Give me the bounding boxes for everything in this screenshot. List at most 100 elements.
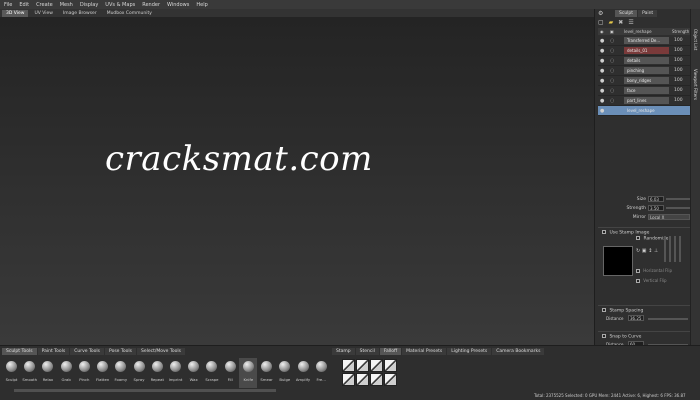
tab-paint-tools[interactable]: Paint Tools — [37, 348, 70, 355]
arrows-icon[interactable]: ↕ — [648, 248, 652, 254]
tool-relax[interactable]: Relax — [38, 358, 56, 388]
vertical-flip-row[interactable]: Vertical Flip — [636, 278, 667, 283]
menu-uvs-maps[interactable]: UVs & Maps — [105, 2, 135, 8]
tab-stencil[interactable]: Stencil — [355, 348, 379, 355]
tool-scrape[interactable]: Scrape — [202, 358, 220, 388]
tool-grab[interactable]: Grab — [57, 358, 75, 388]
gear-icon[interactable]: ⚙ — [598, 10, 603, 17]
tab-image-browser[interactable]: Image Browser — [59, 10, 101, 17]
refresh-icon[interactable]: ↻ — [636, 248, 640, 254]
tab-lighting-presets[interactable]: Lighting Presets — [447, 348, 492, 355]
horizontal-flip-checkbox[interactable] — [636, 269, 640, 273]
lock-icon[interactable]: ◌ — [610, 48, 614, 54]
tab-3d-view[interactable]: 3D View — [2, 9, 29, 17]
lock-icon[interactable]: ◌ — [610, 38, 614, 44]
falloff-swatch[interactable] — [384, 373, 397, 386]
tab-mudbox-community[interactable]: Mudbox Community — [103, 10, 156, 17]
tool-smooth[interactable]: Smooth — [20, 358, 38, 388]
eye-icon[interactable]: ● — [600, 58, 604, 64]
side-tab-object-list[interactable]: Object List — [693, 29, 698, 50]
menu-help[interactable]: Help — [196, 2, 207, 8]
stamp-spacing-slider[interactable] — [648, 318, 688, 320]
menu-create[interactable]: Create — [36, 2, 53, 8]
falloff-swatch[interactable] — [370, 359, 383, 372]
folder-icon[interactable]: ▰ — [609, 19, 614, 26]
tab-uv-view[interactable]: UV View — [30, 10, 56, 17]
layer-row[interactable]: ● ◌ face 100 — [598, 86, 690, 96]
lock-icon[interactable]: ◌ — [610, 88, 614, 94]
layer-row[interactable]: ● ◌ Transferred De... 100 — [598, 36, 690, 46]
slider-track[interactable] — [674, 236, 676, 262]
slider-track[interactable] — [669, 236, 671, 262]
tool-bulge[interactable]: Bulge — [275, 358, 293, 388]
eye-icon[interactable]: ● — [600, 38, 604, 44]
menu-display[interactable]: Display — [80, 2, 98, 8]
lock-icon[interactable]: ◌ — [610, 58, 614, 64]
falloff-swatch[interactable] — [356, 373, 369, 386]
tool-flatten[interactable]: Flatten — [93, 358, 111, 388]
horizontal-flip-row[interactable]: Horizontal Flip — [636, 268, 672, 273]
tool-imprint[interactable]: Imprint — [166, 358, 184, 388]
tool-pinch[interactable]: Pinch — [75, 358, 93, 388]
layer-row[interactable]: ● ◌ details_01 100 — [598, 46, 690, 56]
mirror-select[interactable]: Local X — [648, 214, 690, 220]
lock-icon[interactable]: ▣ — [642, 248, 647, 254]
tab-stamp[interactable]: Stamp — [332, 348, 355, 355]
tab-sculpt-tools[interactable]: Sculpt Tools — [2, 348, 37, 355]
stamp-spacing-row[interactable]: Stamp Spacing — [602, 308, 643, 314]
strength-slider[interactable] — [666, 207, 690, 209]
use-stamp-checkbox[interactable] — [602, 230, 606, 234]
snap-to-curve-checkbox[interactable] — [602, 334, 606, 338]
tool-amplify[interactable]: Amplify — [294, 358, 312, 388]
tab-camera-bookmarks[interactable]: Camera Bookmarks — [492, 348, 545, 355]
lock-icon[interactable]: ◌ — [610, 68, 614, 74]
list-icon[interactable]: ☰ — [628, 19, 633, 26]
falloff-swatch[interactable] — [384, 359, 397, 372]
tray-scrollbar[interactable] — [14, 389, 276, 392]
strength-field[interactable]: 3.50 — [648, 205, 664, 211]
stamp-spacing-checkbox[interactable] — [602, 308, 606, 312]
eye-icon[interactable]: ● — [600, 88, 604, 94]
layer-row[interactable]: ● ◌ pinching 100 — [598, 66, 690, 76]
tool-fill[interactable]: Fill — [221, 358, 239, 388]
menu-windows[interactable]: Windows — [167, 2, 189, 8]
tab-paint[interactable]: Paint — [638, 10, 658, 17]
new-layer-icon[interactable]: ▢ — [598, 19, 604, 26]
use-stamp-row[interactable]: Use Stamp Image — [602, 230, 649, 236]
eye-icon[interactable]: ● — [600, 68, 604, 74]
tab-curve-tools[interactable]: Curve Tools — [70, 348, 105, 355]
tab-sculpt[interactable]: Sculpt — [615, 10, 638, 17]
lock-icon[interactable]: ◌ — [610, 98, 614, 104]
delete-icon[interactable]: ✖ — [618, 19, 623, 26]
layer-row-selected[interactable]: ● level_reshape — [598, 106, 690, 116]
eye-icon[interactable]: ● — [600, 108, 604, 114]
eye-icon[interactable]: ● — [600, 78, 604, 84]
tab-falloff[interactable]: Falloff — [379, 348, 402, 355]
tab-material-presets[interactable]: Material Presets — [402, 348, 447, 355]
falloff-swatch[interactable] — [356, 359, 369, 372]
tool-repeat[interactable]: Repeat — [148, 358, 166, 388]
tool-knife[interactable]: Knife — [238, 358, 258, 388]
lock-icon[interactable]: ◌ — [610, 78, 614, 84]
tool-freeze[interactable]: Fre... — [312, 358, 330, 388]
menu-mesh[interactable]: Mesh — [60, 2, 73, 8]
slider-track[interactable] — [664, 236, 666, 262]
layer-row[interactable]: ● ◌ part_lines 100 — [598, 96, 690, 106]
tab-select-move-tools[interactable]: Select/Move Tools — [136, 348, 185, 355]
falloff-swatch[interactable] — [370, 373, 383, 386]
sliders-icon[interactable]: ⊥ — [654, 248, 658, 254]
size-slider[interactable] — [666, 198, 690, 200]
size-field[interactable]: 6.03 — [648, 196, 664, 202]
slider-track[interactable] — [679, 236, 681, 262]
falloff-swatch[interactable] — [342, 373, 355, 386]
stamp-preview[interactable] — [603, 246, 633, 276]
eye-icon[interactable]: ● — [600, 98, 604, 104]
menu-file[interactable]: File — [4, 2, 12, 8]
tool-smear[interactable]: Smear — [257, 358, 275, 388]
stamp-vertical-sliders[interactable] — [664, 236, 684, 262]
stamp-spacing-distance-field[interactable]: 36.25 — [628, 315, 644, 321]
eye-icon[interactable]: ● — [600, 48, 604, 54]
tool-sculpt[interactable]: Sculpt — [2, 358, 20, 388]
layer-row[interactable]: ● ◌ bony_ridges 100 — [598, 76, 690, 86]
menu-edit[interactable]: Edit — [19, 2, 29, 8]
